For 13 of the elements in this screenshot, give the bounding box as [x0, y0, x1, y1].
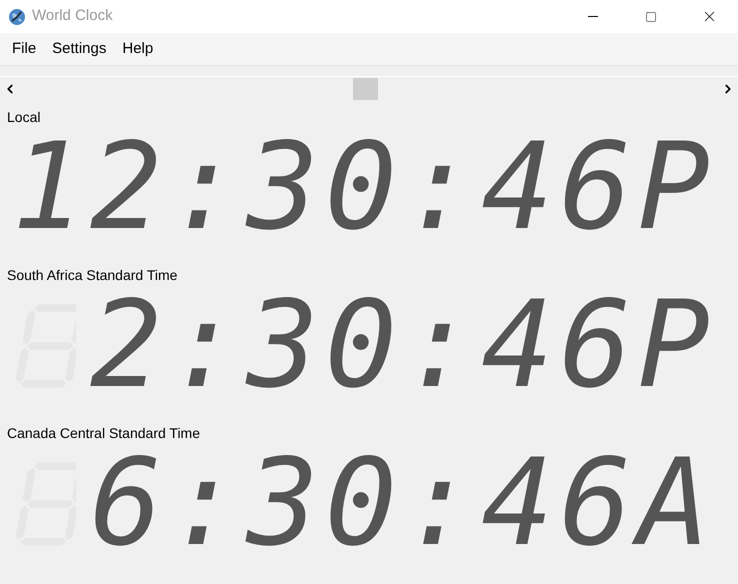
minimize-icon — [588, 16, 598, 17]
time-display: 6:30:46A — [90, 448, 716, 560]
time-display: 12:30:46P — [12, 132, 716, 244]
clock-label: Canada Central Standard Time — [7, 424, 201, 443]
menu-item[interactable]: Settings — [44, 38, 114, 60]
scrollbar-thumb[interactable] — [353, 78, 378, 100]
time-display: 2:30:46P — [90, 290, 716, 402]
clock-label: South Africa Standard Time — [7, 266, 178, 285]
window-title: World Clock — [32, 6, 113, 26]
menu-item[interactable]: File — [4, 38, 44, 60]
menu-item[interactable]: Help — [114, 38, 162, 60]
maximize-icon — [645, 10, 657, 22]
clock-label: Local — [7, 108, 42, 127]
